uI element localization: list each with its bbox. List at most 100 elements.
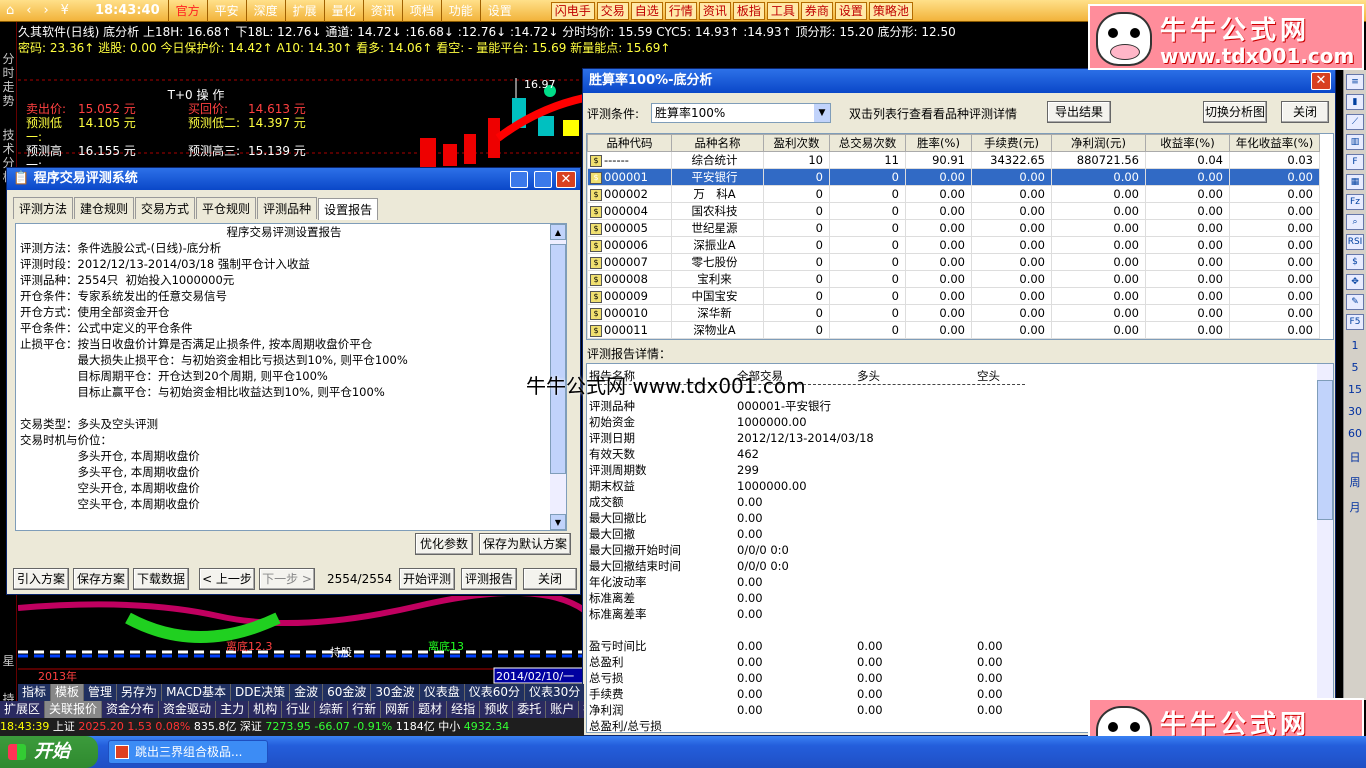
bottom-tab[interactable]: 综新 (315, 701, 349, 718)
bottom-tab[interactable]: 30金波 (371, 684, 420, 701)
table-row[interactable]: $ ------ 综合统计 10 11 90.91 34322.65 880721.56 0.0… (587, 151, 1320, 169)
period-1min[interactable]: 1 (1344, 339, 1366, 352)
tool-quote[interactable]: 行情 (664, 1, 697, 20)
bar-icon[interactable]: ▮ (1346, 94, 1364, 110)
forward-icon[interactable]: › (37, 0, 54, 22)
menu-pingan[interactable]: 平安 (206, 0, 246, 22)
optimize-button[interactable]: 优化参数 (415, 533, 473, 555)
tool-info[interactable]: 资讯 (698, 1, 731, 20)
column-header[interactable]: 净利润(元) (1051, 134, 1146, 152)
period-30min[interactable]: 30 (1344, 405, 1366, 418)
f10-icon[interactable]: F (1346, 154, 1364, 170)
condition-select[interactable]: 胜算率100% ▼ (651, 103, 831, 123)
dollar-icon[interactable]: $ (1346, 254, 1364, 270)
bottom-tab[interactable]: 委托 (513, 701, 547, 718)
bottom-tab[interactable]: 网新 (381, 701, 415, 718)
switch-chart-button[interactable]: 切换分析图 (1203, 101, 1267, 123)
table-row[interactable]: $000002 万 科A 0 0 0.00 0.00 0.00 0.00 0.00 (587, 185, 1320, 203)
column-header[interactable]: 总交易次数 (829, 134, 906, 152)
period-5min[interactable]: 5 (1344, 361, 1366, 374)
column-header[interactable]: 收益率(%) (1145, 134, 1230, 152)
candle-icon[interactable]: ▥ (1346, 134, 1364, 150)
column-header[interactable]: 品种代码 (587, 134, 672, 152)
bottom-tab[interactable]: DDE决策 (231, 684, 291, 701)
zoom-icon[interactable]: ⌕ (1346, 214, 1364, 230)
detail-scrollbar[interactable] (1317, 364, 1333, 732)
bottom-tab[interactable]: 模板 (51, 684, 85, 701)
f5-icon[interactable]: F5 (1346, 314, 1364, 330)
tab-intraday[interactable]: 分时走势 (0, 52, 17, 108)
table-row[interactable]: $000006 深振业A 0 0 0.00 0.00 0.00 0.00 0.00 (587, 236, 1320, 254)
bottom-tab[interactable]: 指标 (18, 684, 52, 701)
bottom-tab[interactable]: 仪表盘 (419, 684, 465, 701)
bottom-tab[interactable]: 机构 (249, 701, 283, 718)
bottom-tab[interactable]: 关联报价 (45, 701, 103, 718)
bottom-tab[interactable]: 扩展区 (0, 701, 46, 718)
bottom-tab[interactable]: 资金分布 (102, 701, 160, 718)
bottom-tab[interactable]: 资金驱动 (159, 701, 217, 718)
bottom-tab[interactable]: 预收 (480, 701, 514, 718)
chevron-down-icon[interactable]: ▼ (814, 104, 830, 122)
detail-box[interactable]: 报告名称 全部交易 多头 空头 评测品种 000001-平安银行 初始资金 1000000.0… (586, 363, 1334, 733)
save-default-button[interactable]: 保存为默认方案 (479, 533, 571, 555)
detail-scroll-thumb[interactable] (1317, 380, 1333, 520)
bottom-tab[interactable]: 金波 (290, 684, 324, 701)
tab-settings-report[interactable]: 设置报告 (318, 198, 379, 220)
tab-star[interactable]: 星 (0, 654, 17, 668)
more-icon[interactable]: ¥ (55, 0, 75, 22)
column-header[interactable]: 胜率(%) (905, 134, 972, 152)
column-header[interactable]: 年化收益率(%) (1229, 134, 1320, 152)
back-icon[interactable]: ‹ (20, 0, 37, 22)
bottom-tab[interactable]: 管理 (84, 684, 118, 701)
period-60min[interactable]: 60 (1344, 427, 1366, 440)
close-icon[interactable]: ✕ (1311, 72, 1331, 90)
tool-strategy[interactable]: 策略池 (868, 1, 913, 20)
tool-broker[interactable]: 券商 (800, 1, 833, 20)
table-row[interactable]: $000004 国农科技 0 0 0.00 0.00 0.00 0.00 0.00 (587, 202, 1320, 220)
export-button[interactable]: 导出结果 (1047, 101, 1111, 123)
start-button[interactable]: 开始 (0, 736, 98, 768)
move-icon[interactable]: ✥ (1346, 274, 1364, 290)
tab-eval-items[interactable]: 评测品种 (257, 197, 318, 219)
scroll-down-icon[interactable]: ▼ (550, 514, 566, 530)
table-row[interactable]: $000005 世纪星源 0 0 0.00 0.00 0.00 0.00 0.00 (587, 219, 1320, 237)
pen-icon[interactable]: ✎ (1346, 294, 1364, 310)
bottom-tab[interactable]: 另存为 (117, 684, 163, 701)
menu-news[interactable]: 资讯 (362, 0, 402, 22)
bottom-tab[interactable]: 题材 (414, 701, 448, 718)
menu-top[interactable]: 项档 (401, 0, 441, 22)
home-icon[interactable]: ⌂ (0, 0, 20, 22)
column-header[interactable]: 品种名称 (671, 134, 764, 152)
menu-quant[interactable]: 量化 (323, 0, 363, 22)
prev-button[interactable]: < 上一步 (199, 568, 255, 590)
period-15min[interactable]: 15 (1344, 383, 1366, 396)
list-icon[interactable]: ≡ (1346, 74, 1364, 90)
download-button[interactable]: 下载数据 (133, 568, 189, 590)
table-row[interactable]: $000008 宝利来 0 0 0.00 0.00 0.00 0.00 0.00 (587, 270, 1320, 288)
column-header[interactable]: 盈利次数 (763, 134, 830, 152)
menu-function[interactable]: 功能 (440, 0, 480, 22)
bottom-tab[interactable]: 经指 (447, 701, 481, 718)
tab-close-rules[interactable]: 平仓规则 (196, 197, 257, 219)
bottom-tab[interactable]: MACD基本 (162, 684, 232, 701)
bottom-tab[interactable]: 行新 (348, 701, 382, 718)
taskbar-item[interactable]: 跳出三界组合极品... (108, 740, 268, 764)
bottom-tab[interactable]: 行业 (282, 701, 316, 718)
table-row[interactable]: $000001 平安银行 0 0 0.00 0.00 0.00 0.00 0.00 (587, 168, 1320, 186)
minimize-icon[interactable] (510, 171, 528, 188)
bottom-tab[interactable]: 仪表60分 (464, 684, 525, 701)
bottom-tab[interactable]: 主力 (216, 701, 250, 718)
period-day[interactable]: 日 (1344, 449, 1366, 465)
table-row[interactable]: $000007 零七股份 0 0 0.00 0.00 0.00 0.00 0.00 (587, 253, 1320, 271)
tool-flash[interactable]: 闪电手 (550, 1, 595, 20)
table-row[interactable]: $000010 深华新 0 0 0.00 0.00 0.00 0.00 0.00 (587, 304, 1320, 322)
start-eval-button[interactable]: 开始评测 (399, 568, 455, 590)
bottom-tab[interactable]: 60金波 (323, 684, 372, 701)
line-icon[interactable]: ⟋ (1346, 114, 1364, 130)
period-week[interactable]: 周 (1344, 474, 1366, 490)
rsi-icon[interactable]: RSI (1346, 234, 1364, 250)
report-box[interactable]: 程序交易评测设置报告 评测方法：条件选股公式-(日线)-底分析 评测时段：2012… (15, 223, 567, 531)
next-button[interactable]: 下一步 > (259, 568, 315, 590)
tool-tools[interactable]: 工具 (766, 1, 799, 20)
eval-report-button[interactable]: 评测报告 (461, 568, 517, 590)
